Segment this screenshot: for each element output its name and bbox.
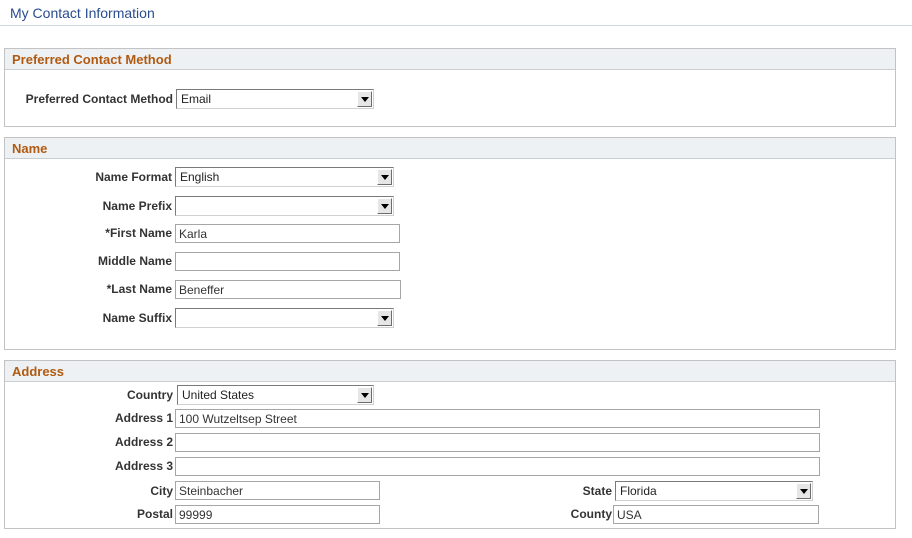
last-name-label: *Last Name (106, 282, 172, 296)
address2-label: Address 2 (114, 435, 173, 449)
preferred-contact-method-select[interactable]: Email (176, 89, 374, 109)
first-name-field[interactable]: Karla (175, 224, 400, 243)
state-select[interactable]: Florida (615, 481, 813, 501)
name-format-select[interactable]: English (175, 167, 394, 187)
county-field[interactable]: USA (613, 505, 819, 524)
address2-field[interactable] (175, 433, 820, 452)
name-title: Name (12, 141, 48, 156)
county-label: County (570, 507, 612, 521)
country-label: Country (127, 388, 173, 402)
name-suffix-label: Name Suffix (102, 311, 172, 325)
name-prefix-select[interactable] (175, 196, 394, 216)
state-value: Florida (620, 484, 657, 498)
middle-name-label: Middle Name (97, 254, 172, 268)
chevron-down-icon[interactable] (796, 483, 811, 499)
country-value: United States (182, 388, 255, 402)
address1-field[interactable]: 100 Wutzeltsep Street (175, 409, 820, 428)
name-format-label: Name Format (95, 170, 172, 184)
chevron-down-icon[interactable] (377, 310, 392, 326)
name-prefix-label: Name Prefix (102, 199, 172, 213)
chevron-down-icon[interactable] (357, 387, 372, 403)
first-name-label: *First Name (105, 226, 172, 240)
country-select[interactable]: United States (177, 385, 374, 405)
page-title: My Contact Information (10, 5, 155, 21)
address3-label: Address 3 (114, 459, 173, 473)
name-suffix-select[interactable] (175, 308, 394, 328)
title-divider (0, 25, 912, 26)
chevron-down-icon[interactable] (377, 169, 392, 185)
preferred-contact-section: Preferred Contact Method (4, 48, 896, 127)
name-header: Name (5, 138, 895, 159)
middle-name-field[interactable] (175, 252, 400, 271)
preferred-contact-method-label: Preferred Contact Method (25, 92, 173, 106)
chevron-down-icon[interactable] (357, 91, 372, 107)
chevron-down-icon[interactable] (377, 198, 392, 214)
postal-label: Postal (136, 507, 173, 521)
state-label: State (582, 484, 612, 498)
address3-field[interactable] (175, 457, 820, 476)
city-label: City (150, 484, 173, 498)
postal-field[interactable]: 99999 (175, 505, 380, 524)
last-name-field[interactable]: Beneffer (175, 280, 401, 299)
address-title: Address (12, 364, 65, 379)
address-header: Address (5, 361, 895, 382)
city-field[interactable]: Steinbacher (175, 481, 380, 500)
name-format-value: English (180, 170, 220, 184)
address1-label: Address 1 (114, 411, 173, 425)
preferred-contact-method-value: Email (181, 92, 212, 106)
preferred-contact-header: Preferred Contact Method (5, 49, 895, 70)
preferred-contact-title: Preferred Contact Method (12, 52, 172, 67)
